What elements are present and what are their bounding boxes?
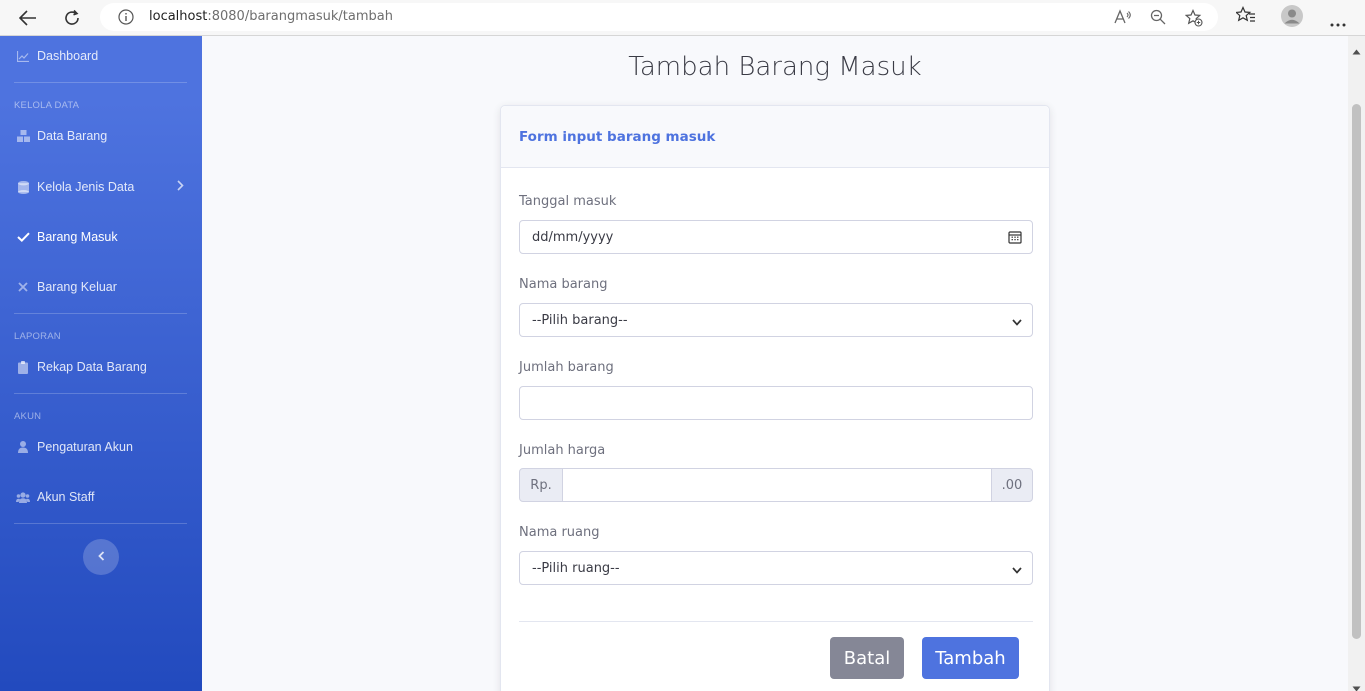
jumlah-barang-input[interactable] [519, 386, 1033, 420]
batal-button[interactable]: Batal [830, 637, 904, 679]
decimal-suffix: .00 [991, 468, 1033, 502]
browser-toolbar: localhost:8080/barangmasuk/tambah [0, 0, 1365, 36]
url-host: localhost [149, 9, 208, 24]
scrollbar-thumb[interactable] [1352, 104, 1361, 639]
sidebar-item-dashboard[interactable]: Dashboard [0, 36, 202, 76]
jumlah-barang-label: Jumlah barang [519, 360, 614, 375]
clipboard-icon [16, 360, 30, 374]
chart-icon [16, 49, 30, 63]
sidebar-heading-laporan: LAPORAN [14, 331, 61, 342]
chevron-left-icon [97, 548, 105, 566]
chevron-down-icon [1012, 563, 1022, 578]
tambah-button[interactable]: Tambah [922, 637, 1019, 679]
jumlah-harga-label: Jumlah harga [519, 443, 606, 458]
sidebar-item-data-barang[interactable]: Data Barang [0, 116, 202, 156]
database-icon [16, 180, 30, 194]
sidebar-item-rekap-data-barang[interactable]: Rekap Data Barang [0, 347, 202, 387]
sidebar-toggle-button[interactable] [83, 539, 119, 575]
sidebar-item-label: Data Barang [37, 129, 108, 143]
add-favorite-icon[interactable] [1184, 9, 1203, 32]
profile-icon[interactable] [1280, 4, 1304, 33]
sidebar-item-kelola-jenis-data[interactable]: Kelola Jenis Data [0, 167, 202, 207]
card-header: Form input barang masuk [501, 106, 1049, 168]
times-icon [16, 280, 30, 294]
check-icon [16, 230, 30, 244]
user-icon [16, 440, 30, 454]
url-path: :8080/barangmasuk/tambah [207, 9, 393, 24]
card-title: Form input barang masuk [519, 129, 716, 145]
favorites-icon[interactable] [1234, 6, 1256, 29]
date-placeholder: dd/mm/yyyy [532, 229, 614, 245]
sidebar-item-label: Barang Keluar [37, 280, 117, 294]
tanggal-masuk-label: Tanggal masuk [519, 194, 617, 209]
reload-icon[interactable] [58, 4, 86, 32]
sidebar-item-akun-staff[interactable]: Akun Staff [0, 477, 202, 517]
sidebar-item-barang-keluar[interactable]: Barang Keluar [0, 267, 202, 307]
nama-barang-select[interactable]: --Pilih barang-- [519, 303, 1033, 337]
tanggal-masuk-input[interactable]: dd/mm/yyyy [519, 220, 1033, 254]
sidebar-item-label: Dashboard [37, 49, 99, 63]
scroll-down-icon[interactable] [1352, 679, 1361, 691]
sidebar: Dashboard KELOLA DATA Data Barang Kelola… [0, 36, 202, 691]
sidebar-heading-kelola: KELOLA DATA [14, 100, 80, 111]
sidebar-divider [14, 393, 187, 394]
read-aloud-icon[interactable] [1114, 9, 1132, 30]
jumlah-harga-group: Rp. .00 [519, 468, 1033, 502]
nama-ruang-select[interactable]: --Pilih ruang-- [519, 551, 1033, 585]
sidebar-item-label: Akun Staff [37, 490, 95, 504]
form-card: Form input barang masuk Tanggal masuk dd… [500, 105, 1050, 691]
sidebar-item-label: Pengaturan Akun [37, 440, 133, 454]
calendar-icon[interactable] [1008, 230, 1022, 248]
sidebar-item-label: Kelola Jenis Data [37, 180, 135, 194]
url-text: localhost:8080/barangmasuk/tambah [149, 9, 393, 24]
zoom-out-icon[interactable] [1150, 9, 1166, 30]
sidebar-divider [14, 82, 187, 83]
page-title: Tambah Barang Masuk [628, 52, 922, 82]
currency-prefix: Rp. [519, 468, 563, 502]
page-scrollbar[interactable] [1348, 36, 1365, 691]
info-icon[interactable] [118, 9, 134, 30]
sidebar-heading-akun: AKUN [14, 411, 42, 422]
sidebar-item-pengaturan-akun[interactable]: Pengaturan Akun [0, 427, 202, 467]
jumlah-harga-input[interactable] [563, 468, 991, 502]
users-icon [16, 490, 30, 504]
chevron-down-icon [1012, 315, 1022, 330]
sidebar-divider [14, 523, 187, 524]
nama-barang-label: Nama barang [519, 277, 608, 292]
form-divider [519, 621, 1033, 622]
nama-barang-selected: --Pilih barang-- [532, 312, 628, 328]
scroll-up-icon[interactable] [1352, 42, 1361, 60]
boxes-icon [16, 129, 30, 143]
nama-ruang-label: Nama ruang [519, 525, 600, 540]
chevron-right-icon [177, 180, 184, 194]
address-bar[interactable]: localhost:8080/barangmasuk/tambah [100, 3, 1218, 31]
more-icon[interactable] [1330, 14, 1346, 32]
back-icon[interactable] [14, 4, 42, 32]
sidebar-item-barang-masuk[interactable]: Barang Masuk [0, 217, 202, 257]
nama-ruang-selected: --Pilih ruang-- [532, 560, 620, 576]
sidebar-item-label: Barang Masuk [37, 230, 118, 244]
sidebar-item-label: Rekap Data Barang [37, 360, 147, 374]
sidebar-divider [14, 313, 187, 314]
